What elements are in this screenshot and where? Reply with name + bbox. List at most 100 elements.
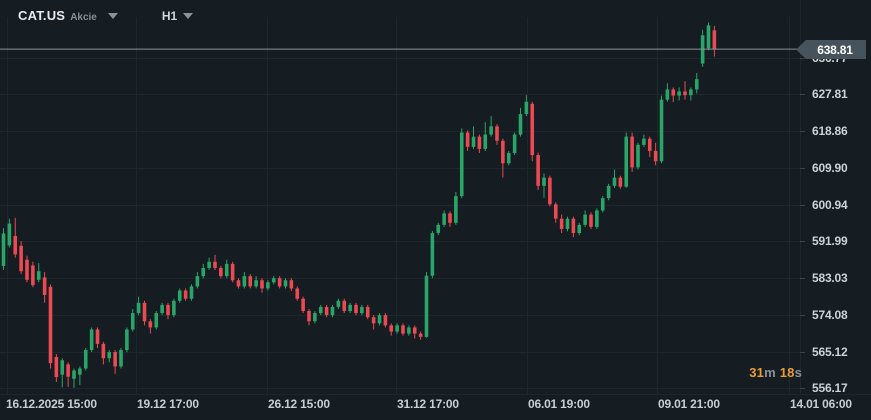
time-axis-label: 14.01 06:00 [790,397,852,411]
candle-body [478,137,482,149]
candle-body [707,25,711,48]
price-axis-tick [800,58,805,59]
countdown-seconds-unit: s [795,365,802,380]
candle-body [284,280,288,286]
candle-body [583,215,587,225]
current-price-tag: 638.81 [796,40,866,59]
candle-body [648,139,652,151]
price-axis-label: 556.17 [812,381,848,395]
candle-body [419,334,423,337]
time-axis[interactable]: 16.12.2025 15:0019.12 17:0026.12 15:0031… [0,395,871,420]
candlestick-chart[interactable] [0,0,871,420]
timeframe-selector[interactable]: H1 [162,9,193,23]
price-axis-tick [800,241,805,242]
countdown-seconds: 18 [780,365,795,380]
candle-body [566,219,570,229]
candle-countdown-timer: 31m 18s [0,365,802,380]
candle-body [190,286,194,298]
candle-body [201,268,205,276]
candle-body [654,151,658,161]
candle-body [513,135,517,153]
candle-body [307,311,311,321]
candle-body [25,260,29,280]
time-axis-label: 31.12 17:00 [397,397,459,411]
candle-body [137,303,141,313]
candle-body [43,277,47,295]
candle-body [37,271,41,280]
price-axis-tick [800,388,805,389]
price-axis-tick [800,131,805,132]
candle-body [572,219,576,233]
candle-body [624,137,628,187]
time-axis-label: 19.12 17:00 [137,397,199,411]
candle-body [149,321,153,327]
price-axis-tick [800,168,805,169]
price-axis-label: 600.94 [812,198,848,212]
countdown-minutes: 31 [749,365,764,380]
candle-body [619,178,623,187]
candle-body [460,133,464,197]
candle-body [260,280,264,288]
candle-body [613,178,617,186]
candle-body [131,313,135,329]
time-axis-label: 16.12.2025 15:00 [6,397,97,411]
price-axis-label: 583.03 [812,271,848,285]
symbol-selector[interactable]: CAT.US Akcie [18,8,118,23]
candle-body [107,352,111,358]
price-axis[interactable]: 636.77627.81618.86609.90600.94591.99583.… [800,0,871,395]
candle-body [337,301,341,307]
candle-body [372,317,376,323]
candle-body [8,224,12,246]
candle-body [501,141,505,164]
candle-body [548,178,552,205]
candle-body [301,299,305,311]
candle-body [554,204,558,218]
price-axis-label: 618.86 [812,124,848,138]
price-axis-label: 627.81 [812,87,848,101]
countdown-minutes-unit: m [764,365,776,380]
candle-body [642,139,646,145]
candle-body [143,303,147,321]
candle-body [636,145,640,168]
candle-body [689,89,693,95]
symbol-label: CAT.US [18,8,65,23]
candle-body [272,278,276,282]
instrument-type-label: Akcie [70,12,97,23]
candle-body [413,327,417,333]
timeframe-label: H1 [162,9,177,23]
chart-header: CAT.US Akcie H1 [18,8,193,23]
candle-body [713,30,717,49]
price-axis-label: 574.08 [812,308,848,322]
price-axis-tick [800,278,805,279]
candle-body [213,262,217,268]
candle-body [401,325,405,333]
candle-body [172,301,176,315]
candle-body [219,268,223,276]
candle-body [483,135,487,149]
candle-body [683,91,687,95]
candle-body [125,330,129,351]
candle-body [436,225,440,233]
candle-body [601,198,605,210]
candle-body [207,262,211,268]
candle-body [231,264,235,280]
candle-body [31,265,35,285]
price-axis-tick [800,205,805,206]
candle-body [331,307,335,315]
time-axis-label: 09.01 21:00 [658,397,720,411]
candle-body [442,213,446,224]
candle-body [178,291,182,301]
candle-body [90,330,94,351]
candle-body [395,325,399,331]
candle-body [348,305,352,311]
candle-body [472,137,476,147]
candle-body [237,280,241,286]
candle-body [266,282,270,288]
chevron-down-icon [108,13,118,19]
candle-body [677,91,681,95]
price-axis-tick [800,94,805,95]
chevron-down-icon [183,13,193,19]
candle-body [431,233,435,276]
candle-body [313,313,317,321]
candle-body [13,236,17,254]
